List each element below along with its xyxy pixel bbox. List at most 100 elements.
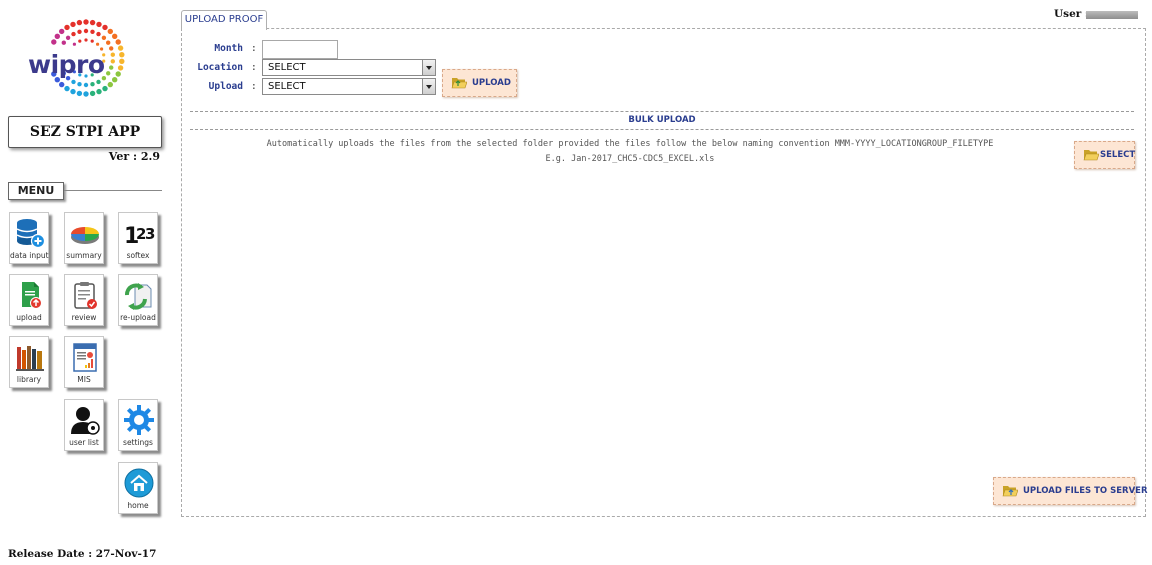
logo-dot (101, 35, 107, 40)
tile-user-list[interactable]: user list (64, 399, 104, 451)
tile-review[interactable]: review (64, 274, 104, 326)
chevron-down-icon[interactable] (422, 79, 435, 94)
upload-type-select[interactable]: SELECT (262, 78, 436, 95)
version-value: 2.9 (140, 150, 160, 163)
logo-dot (110, 59, 116, 64)
logo-dot (115, 39, 121, 45)
release-label: Release Date : (8, 548, 93, 560)
tile-label: user list (69, 438, 99, 447)
tile-label: softex (126, 251, 150, 260)
svg-text:3: 3 (145, 225, 155, 243)
books-icon (16, 346, 44, 371)
logo-dot (61, 40, 66, 45)
tile-mis[interactable]: MIS (64, 336, 104, 388)
folder-open-icon (1083, 150, 1099, 161)
logo-dot (71, 31, 76, 37)
bulk-divider-top (190, 111, 1134, 112)
logo-dot (83, 91, 89, 97)
bulk-upload-title: BULK UPLOAD (628, 115, 696, 125)
logo-dot (64, 24, 70, 31)
logo-dot (89, 19, 96, 26)
logo-wordmark: wipro (28, 50, 105, 79)
tile-softex[interactable]: 1 2 3 softex (118, 212, 158, 264)
logo-dot (59, 28, 65, 35)
logo-dot (70, 88, 76, 95)
month-input[interactable] (262, 40, 338, 59)
logo-dot (110, 52, 116, 57)
logo-dot (65, 35, 71, 40)
user-label: User : (1054, 8, 1089, 20)
menu-divider (64, 190, 162, 191)
tile-label: home (127, 501, 149, 510)
release-value: 27-Nov-17 (95, 548, 157, 560)
refresh-document-icon (125, 283, 152, 310)
user-settings-icon (71, 407, 100, 435)
app-title: SEZ STPI APP (8, 116, 162, 148)
tile-library[interactable]: library (9, 336, 49, 388)
tile-label: re-upload (120, 313, 156, 322)
upload-button-label: UPLOAD (472, 78, 511, 88)
chevron-down-icon[interactable] (422, 60, 435, 75)
logo-dot (106, 40, 111, 45)
logo-dot (96, 42, 100, 46)
naming-example-text: E.g. Jan-2017_CHC5-CDC5_EXCEL.xls (545, 154, 715, 164)
upload-type-colon: : (251, 81, 257, 92)
select-button-label: SELECT (1100, 150, 1136, 160)
tile-label: data input (10, 251, 49, 260)
month-colon: : (251, 43, 257, 54)
location-select[interactable]: SELECT (262, 59, 436, 76)
logo-dot (119, 58, 125, 64)
month-label: Month (214, 43, 243, 54)
logo-dot (83, 82, 89, 88)
logo-dot (102, 24, 108, 31)
upload-files-to-server-button[interactable]: UPLOAD FILES TO SERVER (993, 477, 1148, 505)
location-selected-value: SELECT (268, 62, 306, 73)
tile-label: review (71, 313, 97, 322)
logo-dot (90, 39, 94, 43)
logo-dot (83, 28, 89, 34)
tile-settings[interactable]: settings (118, 399, 158, 451)
logo-dot (64, 85, 70, 92)
tile-label: upload (16, 313, 42, 322)
bulk-divider-bottom (190, 129, 1134, 130)
tile-label: MIS (77, 375, 91, 384)
logo-dot (72, 42, 76, 46)
tab-upload-proof[interactable]: UPLOAD PROOF (181, 10, 267, 30)
wipro-logo: wipro (24, 10, 144, 106)
document-upload-icon (22, 282, 42, 309)
logo-dot (117, 65, 124, 71)
tile-home[interactable]: home (118, 462, 158, 514)
logo-dot (77, 29, 82, 34)
logo-dot (96, 88, 102, 95)
tile-re-upload[interactable]: re-upload (118, 274, 158, 326)
select-folder-button[interactable]: SELECT (1074, 141, 1135, 169)
tile-summary[interactable]: summary (64, 212, 104, 264)
logo-dot (119, 52, 125, 58)
release-date: Release Date : 27-Nov-17 (8, 548, 156, 560)
logo-dot (76, 90, 83, 97)
logo-dot (84, 38, 88, 42)
clipboard-check-icon (74, 282, 97, 309)
location-colon: : (251, 62, 257, 73)
logo-dot (89, 90, 96, 97)
upload-type-label: Upload (208, 81, 243, 92)
tile-upload[interactable]: upload (9, 274, 49, 326)
logo-dot (112, 33, 118, 39)
logo-dot (106, 71, 111, 76)
tile-data-input[interactable]: data input (9, 212, 49, 264)
upload-button[interactable]: UPLOAD (442, 69, 517, 97)
version-info: Ver : 2.9 (100, 150, 160, 163)
logo-dot (78, 39, 82, 43)
upload-proof-panel (181, 28, 1146, 517)
location-label: Location (197, 62, 243, 73)
logo-dot (96, 21, 102, 28)
user-name-redacted (1086, 11, 1138, 19)
menu-label: MENU (8, 182, 64, 200)
logo-dot (90, 82, 95, 87)
upload-type-selected-value: SELECT (268, 81, 306, 92)
logo-dot (109, 65, 114, 70)
logo-dot (109, 46, 114, 51)
numbers-123-icon: 1 2 3 (124, 224, 155, 249)
logo-dot (54, 33, 60, 39)
logo-dot (76, 19, 83, 26)
